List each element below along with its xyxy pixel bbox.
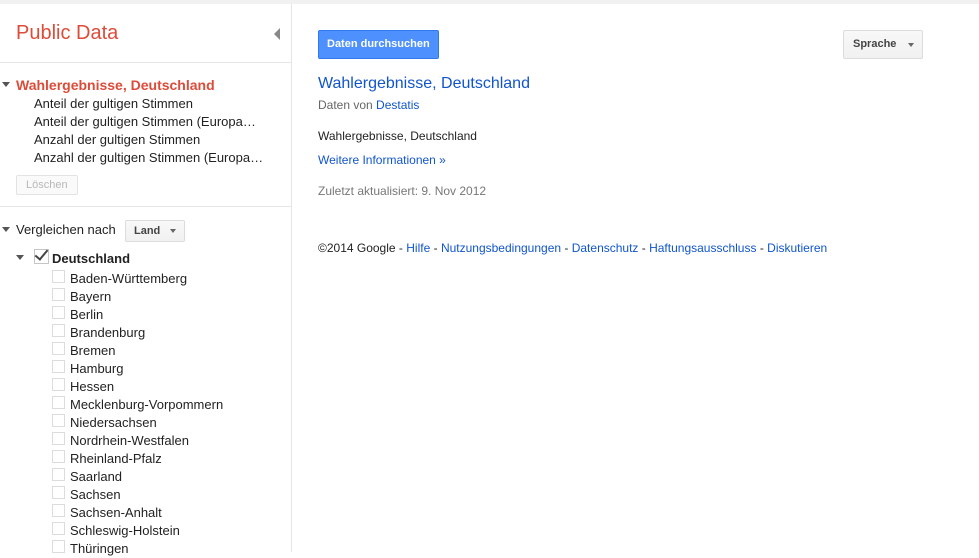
footer-separator: - xyxy=(430,241,441,255)
state-label: Saarland xyxy=(70,469,123,484)
state-checkbox[interactable] xyxy=(52,270,65,283)
divider xyxy=(0,62,291,63)
state-label: Nordrhein-Westfalen xyxy=(70,433,189,448)
country-label[interactable]: Deutschland xyxy=(52,251,130,266)
footer-link-help[interactable]: Hilfe xyxy=(406,241,430,255)
compare-label: Vergleichen nach xyxy=(16,222,116,237)
metric-item[interactable]: Anteil der gultigen Stimmen (Europawahl) xyxy=(34,114,264,129)
footer-link-disclaimer[interactable]: Haftungsausschluss xyxy=(649,241,756,255)
state-checkbox[interactable] xyxy=(52,414,65,427)
footer-separator: - xyxy=(638,241,650,255)
state-label: Niedersachsen xyxy=(70,415,157,430)
footer-link-privacy[interactable]: Datenschutz xyxy=(572,241,639,255)
compare-by-dropdown[interactable]: Land xyxy=(125,220,186,242)
state-checkbox[interactable] xyxy=(52,342,65,355)
state-label: Rheinland-Pfalz xyxy=(70,451,162,466)
state-checkbox[interactable] xyxy=(52,522,65,535)
state-checkbox[interactable] xyxy=(52,288,65,301)
source-line: Daten von Destatis xyxy=(318,98,419,112)
language-dropdown[interactable]: Sprache xyxy=(843,30,924,59)
chevron-down-icon xyxy=(170,229,177,233)
footer-link-terms[interactable]: Nutzungsbedingungen xyxy=(441,241,561,255)
source-link[interactable]: Destatis xyxy=(376,98,419,112)
state-label: Thüringen xyxy=(70,541,129,556)
logo[interactable]: Public Data xyxy=(16,22,118,45)
state-checkbox[interactable] xyxy=(52,324,65,337)
state-label: Schleswig-Holstein xyxy=(70,523,180,538)
country-checkbox[interactable] xyxy=(34,246,49,264)
copyright: ©2014 Google xyxy=(318,241,396,255)
expand-triangle-icon[interactable] xyxy=(2,82,10,87)
dataset-description: Wahlergebnisse, Deutschland xyxy=(318,129,477,143)
checkmark-icon xyxy=(34,246,49,261)
footer-separator: - xyxy=(561,241,572,255)
state-checkbox[interactable] xyxy=(52,360,65,373)
state-checkbox[interactable] xyxy=(52,432,65,445)
footer-separator: - xyxy=(756,241,768,255)
state-label: Baden-Württemberg xyxy=(70,271,188,286)
expand-triangle-icon[interactable] xyxy=(2,227,10,232)
dataset-title[interactable]: Wahlergebnisse, Deutschland xyxy=(16,77,215,93)
clear-button[interactable]: Löschen xyxy=(16,175,78,195)
state-checkbox[interactable] xyxy=(52,306,65,319)
footer-separator: - xyxy=(395,241,407,255)
state-label: Sachsen-Anhalt xyxy=(70,505,162,520)
metric-item[interactable]: Anteil der gultigen Stimmen xyxy=(34,96,264,111)
collapse-sidebar-icon[interactable] xyxy=(274,28,280,40)
dataset-heading[interactable]: Wahlergebnisse, Deutschland xyxy=(318,75,530,93)
state-checkbox[interactable] xyxy=(52,450,65,463)
footer-link-discuss[interactable]: Diskutieren xyxy=(767,241,827,255)
explore-data-button[interactable]: Daten durchsuchen xyxy=(318,30,439,59)
state-label: Bremen xyxy=(70,343,116,358)
state-checkbox[interactable] xyxy=(52,378,65,391)
state-label: Bayern xyxy=(70,289,112,304)
expand-triangle-icon[interactable] xyxy=(16,255,24,260)
chevron-down-icon xyxy=(908,43,915,47)
state-checkbox[interactable] xyxy=(52,504,65,517)
language-dropdown-label: Sprache xyxy=(853,38,897,50)
state-label: Hessen xyxy=(70,379,115,394)
state-checkbox[interactable] xyxy=(52,486,65,499)
state-checkbox[interactable] xyxy=(52,396,65,409)
divider xyxy=(0,206,291,207)
source-prefix: Daten von xyxy=(318,98,373,112)
more-info-link[interactable]: Weitere Informationen » xyxy=(318,153,446,167)
state-label: Brandenburg xyxy=(70,325,146,340)
compare-by-dropdown-label: Land xyxy=(134,225,161,237)
sidebar: Public Data Wahlergebnisse, Deutschland … xyxy=(0,4,292,556)
state-checkbox[interactable] xyxy=(52,540,65,553)
metric-item[interactable]: Anzahl der gultigen Stimmen (Europawahl) xyxy=(34,150,264,165)
metric-item[interactable]: Anzahl der gultigen Stimmen xyxy=(34,132,264,147)
state-label: Sachsen xyxy=(70,487,121,502)
state-checkbox[interactable] xyxy=(52,468,65,481)
state-label: Hamburg xyxy=(70,361,124,376)
last-updated: Zuletzt aktualisiert: 9. Nov 2012 xyxy=(318,184,487,198)
state-label: Mecklenburg-Vorpommern xyxy=(70,397,224,412)
state-label: Berlin xyxy=(70,307,104,322)
footer: ©2014 Google - Hilfe - Nutzungsbedingung… xyxy=(318,241,827,255)
